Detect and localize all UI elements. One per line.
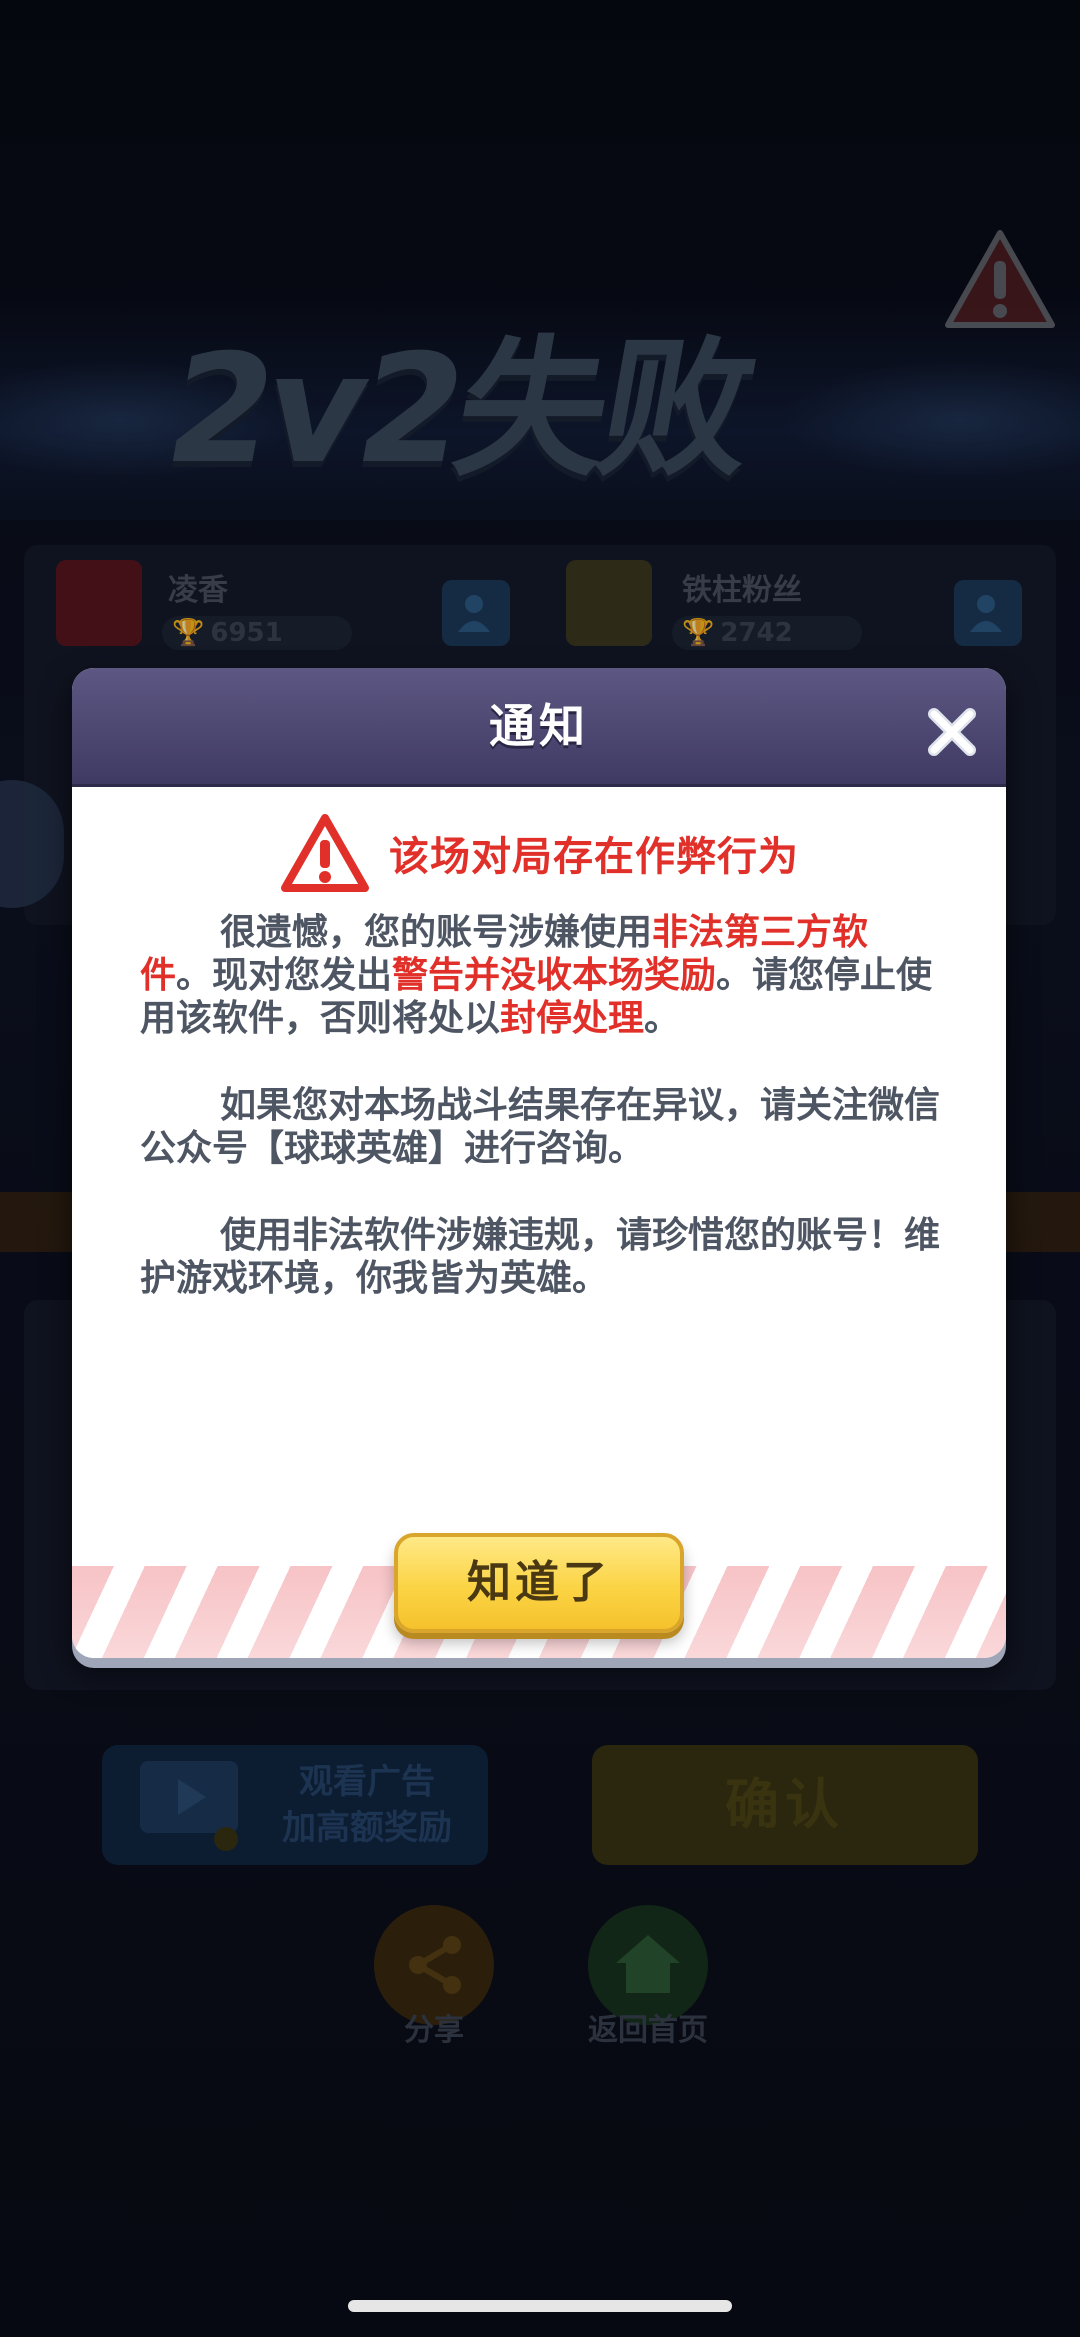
dialog-title: 通知 xyxy=(489,699,589,753)
notice-paragraph: 很遗憾，您的账号涉嫌使用非法第三方软件。现对您发出警告并没收本场奖励。请您停止使… xyxy=(140,912,933,1039)
warning-triangle-icon xyxy=(281,814,369,892)
notice-paragraph: 使用非法软件涉嫌违规，请珍惜您的账号！维护游戏环境，你我皆为英雄。 xyxy=(140,1215,941,1299)
home-indicator[interactable] xyxy=(348,2300,732,2312)
notice-dialog: 通知 该场对局存在作弊行为 很遗憾，您的账号涉嫌使用非法第三方软件。现对您发出警… xyxy=(72,668,1006,1658)
acknowledge-button[interactable]: 知道了 xyxy=(394,1533,684,1633)
close-icon[interactable] xyxy=(924,704,980,760)
warning-row: 该场对局存在作弊行为 xyxy=(72,808,1006,898)
game-screen: 2v2失败 凌香 🏆 6951 铁柱粉丝 🏆 2742 观看广告 加高额奖励 确… xyxy=(0,0,1080,2337)
notice-body: 很遗憾，您的账号涉嫌使用非法第三方软件。现对您发出警告并没收本场奖励。请您停止使… xyxy=(140,911,940,1344)
notice-paragraph: 如果您对本场战斗结果存在异议，请关注微信公众号【球球英雄】进行咨询。 xyxy=(140,1085,941,1169)
dialog-header: 通知 xyxy=(72,668,1006,787)
warning-heading: 该场对局存在作弊行为 xyxy=(389,834,799,880)
